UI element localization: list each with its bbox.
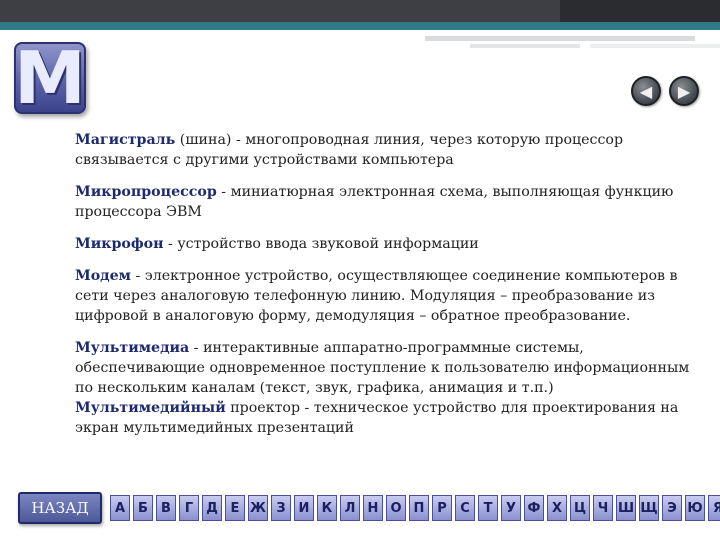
glossary-entry: Микрофон - устройство ввода звуковой инф… [75,234,695,254]
alphabet-nav: АБВГДЕЖЗИКЛНОПРСТУФХЦЧШЩЭЮЯ [110,495,720,521]
glossary-entry: Мультимедийный проектор - техническое ус… [75,398,695,438]
alphabet-letter-button[interactable]: П [409,495,429,521]
alphabet-letter-button[interactable]: Я [708,495,720,521]
glossary-term[interactable]: Мультимедиа [75,340,189,356]
alphabet-letter-button[interactable]: З [271,495,291,521]
alphabet-letter-button[interactable]: Х [547,495,567,521]
alphabet-letter-button[interactable]: Ц [570,495,590,521]
glossary-term[interactable]: Микрофон [75,236,164,252]
glossary-entry: Мультимедиа - интерактивные аппаратно-пр… [75,338,695,398]
alphabet-letter-button[interactable]: И [294,495,314,521]
alphabet-letter-button[interactable]: В [156,495,176,521]
alphabet-letter-button[interactable]: Ж [248,495,268,521]
alphabet-letter-button[interactable]: Д [202,495,222,521]
decor-line [425,36,695,41]
alphabet-letter-button[interactable]: Г [179,495,199,521]
arrow-right-icon: ▶ [677,81,691,101]
alphabet-letter-button[interactable]: К [317,495,337,521]
section-letter: М [14,36,86,120]
alphabet-letter-button[interactable]: А [110,495,130,521]
alphabet-letter-button[interactable]: Н [363,495,383,521]
glossary-entry: Микропроцессор - миниатюрная электронная… [75,182,695,222]
alphabet-letter-button[interactable]: Р [432,495,452,521]
alphabet-letter-button[interactable]: Л [340,495,360,521]
arrow-left-icon: ◀ [639,81,653,101]
glossary-list: Магистраль (шина) - многопроводная линия… [75,130,695,450]
glossary-term[interactable]: Мультимедийный [75,400,226,416]
alphabet-letter-button[interactable]: О [386,495,406,521]
teal-stripe [0,22,720,30]
alphabet-letter-button[interactable]: Ю [685,495,705,521]
alphabet-letter-button[interactable]: У [501,495,521,521]
prev-page-button[interactable]: ◀ [631,76,661,106]
back-button[interactable]: НАЗАД [18,492,102,524]
glossary-entry: Модем - электронное устройство, осуществ… [75,266,695,326]
next-page-button[interactable]: ▶ [669,76,699,106]
alphabet-letter-button[interactable]: Ф [524,495,544,521]
glossary-term[interactable]: Магистраль [75,132,175,148]
alphabet-letter-button[interactable]: Ш [616,495,636,521]
decor-line [590,44,720,48]
glossary-term[interactable]: Модем [75,268,131,284]
alphabet-letter-button[interactable]: Е [225,495,245,521]
glossary-definition: - электронное устройство, осуществляющее… [75,268,678,324]
alphabet-letter-button[interactable]: Ч [593,495,613,521]
glossary-term[interactable]: Микропроцессор [75,184,217,200]
decor-line [470,44,580,48]
alphabet-letter-button[interactable]: Б [133,495,153,521]
glossary-entry: Магистраль (шина) - многопроводная линия… [75,130,695,170]
alphabet-letter-button[interactable]: Э [662,495,682,521]
alphabet-letter-button[interactable]: С [455,495,475,521]
alphabet-letter-button[interactable]: Щ [639,495,659,521]
alphabet-letter-button[interactable]: Т [478,495,498,521]
top-band-dark [560,0,720,22]
glossary-definition: - устройство ввода звуковой информации [163,236,479,252]
